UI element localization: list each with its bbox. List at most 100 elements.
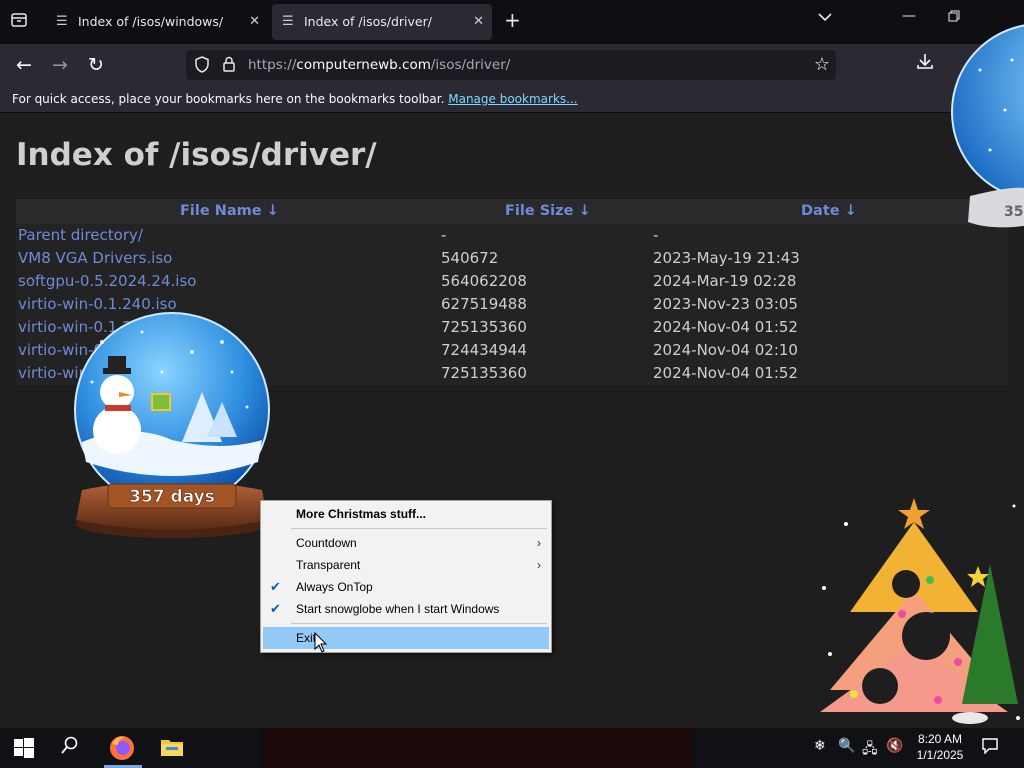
firefox-view-icon[interactable] bbox=[8, 11, 30, 33]
snowglobe-small[interactable]: 35 bbox=[950, 20, 1024, 230]
taskbar-background-art bbox=[262, 728, 692, 768]
menu-separator bbox=[291, 623, 547, 624]
snowman-head bbox=[100, 375, 134, 409]
address-bar[interactable]: https://computernewb.com/isos/driver/ ☆ bbox=[186, 50, 836, 80]
file-size: - bbox=[441, 226, 447, 244]
green-tree bbox=[962, 564, 1018, 704]
checkmark-icon: ✔ bbox=[270, 579, 281, 594]
list-all-tabs-icon[interactable] bbox=[818, 10, 832, 26]
file-date: - bbox=[653, 226, 659, 244]
menu-item-label: Exit bbox=[296, 631, 317, 645]
reload-icon[interactable]: ↻ bbox=[82, 52, 110, 78]
tab-strip: ☰ Index of /isos/windows/ ✕ ☰ Index of /… bbox=[0, 0, 1024, 44]
table-row: VM8 VGA Drivers.iso 540672 2023-May-19 2… bbox=[16, 247, 1008, 270]
table-header: File Name ↓ File Size ↓ Date ↓ bbox=[16, 199, 1008, 224]
file-size: 540672 bbox=[441, 249, 499, 267]
navigation-toolbar: ← → ↻ https://computernewb.com/isos/driv… bbox=[0, 44, 1024, 86]
new-tab-icon[interactable]: + bbox=[504, 8, 521, 32]
table-row: Parent directory/ - - bbox=[16, 224, 1008, 247]
gift-box bbox=[151, 393, 171, 411]
search-tray-icon[interactable]: 🔍 bbox=[838, 738, 855, 754]
tree-snow-base bbox=[952, 712, 988, 724]
bookmarks-toolbar: For quick access, place your bookmarks h… bbox=[0, 86, 1024, 113]
tracking-protection-shield-icon[interactable] bbox=[194, 56, 210, 77]
menu-item-start-with-windows[interactable]: ✔ Start snowglobe when I start Windows bbox=[263, 598, 549, 620]
tree-hole bbox=[892, 570, 920, 598]
snowman-scarf bbox=[105, 405, 131, 411]
file-link[interactable]: Parent directory/ bbox=[18, 224, 143, 247]
lock-icon[interactable] bbox=[222, 56, 236, 76]
column-header-file-name[interactable]: File Name ↓ bbox=[180, 199, 279, 224]
menu-item-label: Transparent bbox=[296, 558, 361, 572]
url-text[interactable]: https://computernewb.com/isos/driver/ bbox=[248, 57, 510, 73]
christmas-tree-decoration bbox=[818, 494, 1024, 726]
menu-item-countdown[interactable]: Countdown › bbox=[263, 532, 549, 554]
menu-item-label: Countdown bbox=[296, 536, 357, 550]
tab-title: Index of /isos/windows/ bbox=[78, 14, 224, 29]
menu-item-label: More Christmas stuff... bbox=[296, 507, 427, 521]
bookmark-star-icon[interactable]: ☆ bbox=[814, 54, 830, 75]
url-scheme: https:// bbox=[248, 57, 297, 73]
network-icon[interactable]: 🖧 bbox=[862, 738, 878, 762]
download-icon[interactable] bbox=[916, 52, 934, 75]
file-size: 564062208 bbox=[441, 272, 527, 290]
menu-item-label: Always OnTop bbox=[296, 580, 373, 594]
forward-arrow-icon[interactable]: → bbox=[46, 52, 74, 78]
bookmarks-hint: For quick access, place your bookmarks h… bbox=[12, 86, 578, 112]
file-explorer-icon[interactable] bbox=[160, 737, 184, 757]
file-size: 725135360 bbox=[441, 364, 527, 382]
action-center-icon[interactable] bbox=[982, 738, 998, 758]
column-header-file-size[interactable]: File Size ↓ bbox=[505, 199, 591, 224]
tree-hole bbox=[902, 612, 950, 660]
snowman-hat bbox=[108, 356, 126, 370]
close-tab-icon[interactable]: ✕ bbox=[249, 4, 260, 40]
file-size: 724434944 bbox=[441, 341, 527, 359]
clock-time: 8:20 AM bbox=[917, 732, 963, 746]
menu-item-exit[interactable]: Exit bbox=[263, 627, 549, 649]
clock-date: 1/1/2025 bbox=[916, 748, 964, 762]
bookmarks-hint-text: For quick access, place your bookmarks h… bbox=[12, 92, 445, 106]
volume-muted-icon[interactable]: 🔇 bbox=[886, 738, 903, 754]
mouse-cursor-icon bbox=[314, 631, 328, 654]
url-domain: computernewb.com bbox=[296, 57, 431, 73]
menu-item-transparent[interactable]: Transparent › bbox=[263, 554, 549, 576]
file-date: 2024-Nov-04 01:52 bbox=[653, 318, 798, 336]
submenu-arrow-icon: › bbox=[537, 536, 541, 550]
menu-separator bbox=[291, 528, 547, 529]
file-date: 2023-May-19 21:43 bbox=[653, 249, 800, 267]
search-icon[interactable] bbox=[61, 736, 79, 759]
checkmark-icon: ✔ bbox=[270, 601, 281, 616]
menu-item-label: Start snowglobe when I start Windows bbox=[296, 602, 500, 616]
column-header-date[interactable]: Date ↓ bbox=[801, 199, 857, 224]
file-size: 627519488 bbox=[441, 295, 527, 313]
manage-bookmarks-link[interactable]: Manage bookmarks... bbox=[448, 92, 577, 106]
firefox-icon[interactable] bbox=[108, 734, 136, 762]
page-favicon-icon: ☰ bbox=[282, 14, 294, 29]
tab-driver[interactable]: ☰ Index of /isos/driver/ ✕ bbox=[272, 4, 492, 40]
minimize-icon[interactable]: — bbox=[902, 8, 916, 24]
file-size: 725135360 bbox=[441, 318, 527, 336]
close-tab-icon[interactable]: ✕ bbox=[473, 4, 484, 40]
star-icon bbox=[967, 566, 989, 587]
menu-item-always-on-top[interactable]: ✔ Always OnTop bbox=[263, 576, 549, 598]
file-date: 2024-Nov-04 01:52 bbox=[653, 364, 798, 382]
countdown-badge: 357 days bbox=[129, 487, 215, 507]
tab-windows[interactable]: ☰ Index of /isos/windows/ ✕ bbox=[46, 4, 268, 40]
snowglobe-tray-icon[interactable]: ❄ bbox=[814, 738, 826, 754]
windows-start-icon[interactable] bbox=[14, 738, 34, 758]
tab-title: Index of /isos/driver/ bbox=[304, 14, 432, 29]
tree-hole bbox=[862, 668, 898, 704]
globe-glass bbox=[951, 24, 1024, 200]
table-row: softgpu-0.5.2024.24.iso 564062208 2024-M… bbox=[16, 270, 1008, 293]
file-link[interactable]: VM8 VGA Drivers.iso bbox=[18, 247, 172, 270]
system-clock[interactable]: 8:20 AM 1/1/2025 bbox=[912, 731, 968, 763]
windows-taskbar: ❄ 🔍 🖧 🔇 8:20 AM 1/1/2025 bbox=[0, 728, 1024, 768]
page-favicon-icon: ☰ bbox=[56, 14, 68, 29]
menu-item-more-christmas-stuff[interactable]: More Christmas stuff... bbox=[263, 503, 549, 525]
snowglobe-widget[interactable]: 357 days bbox=[72, 312, 272, 542]
file-link[interactable]: softgpu-0.5.2024.24.iso bbox=[18, 270, 196, 293]
submenu-arrow-icon: › bbox=[537, 558, 541, 572]
back-arrow-icon[interactable]: ← bbox=[10, 52, 38, 78]
countdown-badge-small: 35 bbox=[1004, 204, 1023, 220]
page-title: Index of /isos/driver/ bbox=[16, 137, 377, 173]
